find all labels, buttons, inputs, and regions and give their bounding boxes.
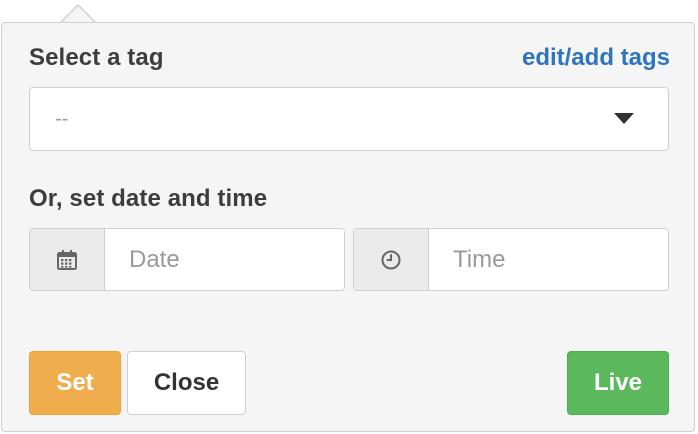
time-addon[interactable]	[354, 229, 429, 290]
popover-content: Select a tag edit/add tags -- Or, set da…	[0, 0, 698, 434]
time-input-group	[353, 228, 669, 291]
close-button[interactable]: Close	[127, 351, 246, 415]
date-input-group	[29, 228, 345, 291]
calendar-icon	[57, 249, 77, 270]
select-tag-label: Select a tag	[29, 44, 164, 71]
caret-down-icon	[614, 113, 634, 124]
edit-add-tags-link[interactable]: edit/add tags	[522, 44, 670, 72]
clock-icon	[381, 250, 401, 269]
set-button[interactable]: Set	[29, 351, 121, 415]
tag-select[interactable]: --	[29, 87, 669, 151]
date-input[interactable]	[105, 229, 344, 290]
live-button[interactable]: Live	[567, 351, 669, 415]
date-addon[interactable]	[30, 229, 105, 290]
datetime-label: Or, set date and time	[29, 185, 268, 212]
tag-select-value: --	[55, 108, 69, 130]
time-input[interactable]	[429, 229, 668, 290]
